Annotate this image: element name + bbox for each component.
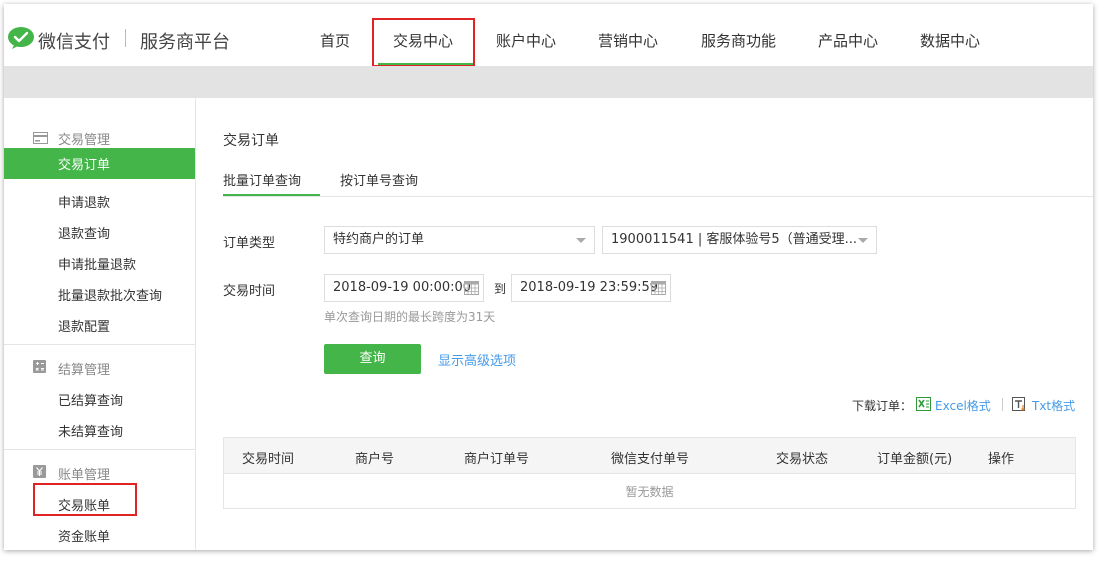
sidebar: 交易管理 交易订单 申请退款 退款查询 申请批量退款 批量退款批次查询 退款配置… xyxy=(4,98,196,550)
merchant-select[interactable]: 1900011541 | 客服体验号5（普通受理... xyxy=(602,226,877,254)
start-time-value: 2018-09-19 00:00:00 xyxy=(333,280,472,295)
date-range-separator: 到 xyxy=(494,282,507,296)
sidebar-group-trade: 交易管理 xyxy=(58,133,111,148)
start-time-input[interactable]: 2018-09-19 00:00:00 xyxy=(324,274,484,302)
transaction-card-icon xyxy=(33,132,48,144)
sidebar-item-trade-orders[interactable]: 交易订单 xyxy=(4,148,195,179)
calendar-icon[interactable] xyxy=(651,281,666,295)
order-type-value: 特约商户的订单 xyxy=(333,232,425,247)
nav-marketing-center[interactable]: 营销中心 xyxy=(598,30,658,51)
brand-divider xyxy=(125,29,126,47)
download-label: 下载订单： xyxy=(852,399,913,413)
column-header: 商户号 xyxy=(355,452,395,467)
tab-active-indicator xyxy=(223,194,320,196)
main-content: 交易订单 批量订单查询 按订单号查询 订单类型 特约商户的订单 19000115… xyxy=(196,98,1093,550)
sidebar-highlight-box xyxy=(33,483,137,516)
tab-order-number-query[interactable]: 按订单号查询 xyxy=(340,170,418,189)
column-header: 交易时间 xyxy=(242,452,295,467)
txt-download-link[interactable]: Txt格式 xyxy=(1032,397,1075,414)
sidebar-item-settled-query[interactable]: 已结算查询 xyxy=(58,390,123,409)
date-range-hint: 单次查询日期的最长跨度为31天 xyxy=(324,310,496,324)
page-title: 交易订单 xyxy=(223,133,279,149)
tab-baseline xyxy=(223,196,1093,197)
column-header: 微信支付单号 xyxy=(611,452,690,467)
nav-provider-functions[interactable]: 服务商功能 xyxy=(701,30,776,51)
end-time-value: 2018-09-19 23:59:59 xyxy=(520,280,659,295)
merchant-value: 1900011541 | 客服体验号5（普通受理... xyxy=(611,232,858,247)
end-time-input[interactable]: 2018-09-19 23:59:59 xyxy=(511,274,671,302)
excel-icon xyxy=(916,397,931,411)
chevron-down-icon xyxy=(858,238,868,243)
sidebar-group-settlement: 结算管理 xyxy=(58,363,111,378)
empty-state: 暂无数据 xyxy=(625,485,674,499)
chevron-down-icon xyxy=(576,238,586,243)
nav-account-center[interactable]: 账户中心 xyxy=(496,30,556,51)
column-header: 商户订单号 xyxy=(464,452,530,467)
excel-download-link[interactable]: Excel格式 xyxy=(935,397,991,414)
order-type-label: 订单类型 xyxy=(223,236,276,251)
query-button[interactable]: 查询 xyxy=(324,344,421,374)
sidebar-item-refund-query[interactable]: 退款查询 xyxy=(58,223,110,242)
calculator-icon xyxy=(33,360,46,373)
nav-product-center[interactable]: 产品中心 xyxy=(818,30,878,51)
sidebar-item-fund-bill[interactable]: 资金账单 xyxy=(58,526,110,545)
bill-yuan-icon xyxy=(33,465,46,478)
nav-home[interactable]: 首页 xyxy=(320,30,350,51)
order-type-select[interactable]: 特约商户的订单 xyxy=(324,226,595,254)
column-header: 交易状态 xyxy=(776,452,829,467)
table-header: 交易时间 商户号 商户订单号 微信支付单号 交易状态 订单金额(元) 操作 xyxy=(224,438,1075,474)
sidebar-divider xyxy=(4,344,195,345)
sidebar-item-batch-refund-query[interactable]: 批量退款批次查询 xyxy=(58,285,162,304)
column-header: 操作 xyxy=(988,452,1015,467)
top-header: 微信支付 服务商平台 首页 交易中心 账户中心 营销中心 服务商功能 产品中心 … xyxy=(4,4,1093,67)
nav-data-center[interactable]: 数据中心 xyxy=(920,30,980,51)
sub-header-bar xyxy=(4,66,1093,98)
sidebar-item-batch-refund[interactable]: 申请批量退款 xyxy=(58,254,136,273)
sidebar-item-unsettled-query[interactable]: 未结算查询 xyxy=(58,421,123,440)
nav-highlight-box xyxy=(372,18,475,67)
sidebar-item-apply-refund[interactable]: 申请退款 xyxy=(58,192,110,211)
trade-time-label: 交易时间 xyxy=(223,284,276,299)
brand-name: 微信支付 xyxy=(38,32,110,53)
sidebar-divider xyxy=(4,449,195,450)
column-header: 订单金额(元) xyxy=(877,452,953,467)
sidebar-item-label: 交易订单 xyxy=(58,158,111,173)
sidebar-group-bills: 账单管理 xyxy=(58,468,111,483)
txt-file-icon xyxy=(1012,397,1025,411)
calendar-icon[interactable] xyxy=(464,281,479,295)
sidebar-item-refund-config[interactable]: 退款配置 xyxy=(58,316,110,335)
advanced-options-link[interactable]: 显示高级选项 xyxy=(438,350,516,369)
tab-batch-order-query[interactable]: 批量订单查询 xyxy=(223,170,301,189)
app-window: 微信支付 服务商平台 首页 交易中心 账户中心 营销中心 服务商功能 产品中心 … xyxy=(4,4,1093,550)
platform-name: 服务商平台 xyxy=(140,32,230,53)
wechat-pay-logo-icon xyxy=(8,27,34,49)
orders-table: 交易时间 商户号 商户订单号 微信支付单号 交易状态 订单金额(元) 操作 暂无… xyxy=(223,437,1076,509)
download-divider xyxy=(1002,398,1003,411)
